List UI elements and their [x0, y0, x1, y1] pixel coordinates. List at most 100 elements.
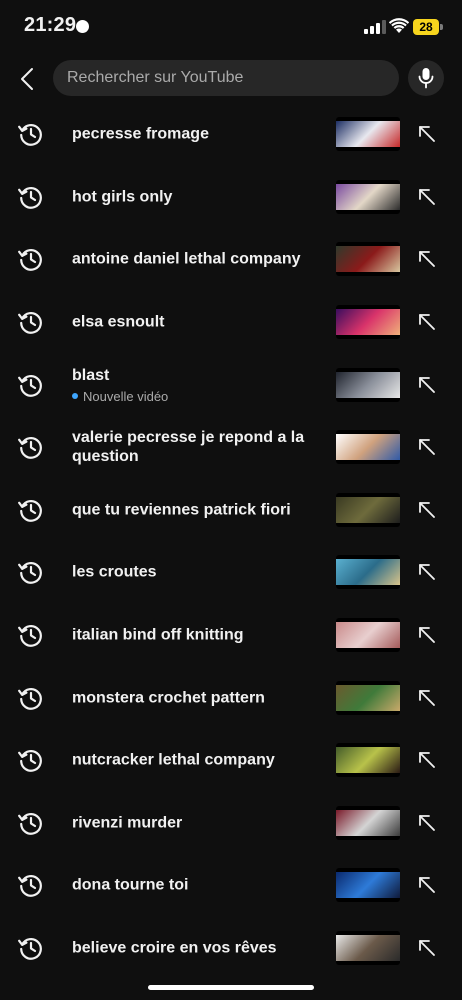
- fill-query-arrow-icon[interactable]: [415, 435, 439, 459]
- history-icon: [18, 559, 44, 585]
- voice-search-button[interactable]: [408, 60, 444, 96]
- suggestion-text: que tu reviennes patrick fiori: [72, 500, 322, 519]
- thumbnail-image: [336, 309, 400, 336]
- search-suggestion-row[interactable]: elsa esnoult: [0, 291, 462, 354]
- video-thumbnail[interactable]: [336, 743, 400, 778]
- thumbnail-image: [336, 809, 400, 836]
- status-time: 21:29: [24, 14, 77, 36]
- history-icon: [18, 935, 44, 961]
- suggestion-query: pecresse fromage: [72, 125, 209, 143]
- search-suggestion-row[interactable]: hot girls only: [0, 166, 462, 229]
- suggestion-query: hot girls only: [72, 188, 173, 206]
- suggestion-query: italian bind off knitting: [72, 626, 244, 644]
- search-suggestion-list: pecresse fromage hot girls only antoine da…: [0, 103, 462, 1000]
- video-thumbnail[interactable]: [336, 242, 400, 277]
- video-thumbnail[interactable]: [336, 618, 400, 653]
- suggestion-query: blast: [72, 366, 110, 384]
- new-video-badge: Nouvelle vidéo: [72, 389, 322, 404]
- video-thumbnail[interactable]: [336, 117, 400, 152]
- status-bar: 21:29 28: [0, 0, 462, 52]
- video-thumbnail[interactable]: [336, 430, 400, 465]
- fill-query-arrow-icon[interactable]: [415, 748, 439, 772]
- suggestion-query: believe croire en vos rêves: [72, 939, 277, 957]
- thumbnail-image: [336, 872, 400, 899]
- video-thumbnail[interactable]: [336, 868, 400, 903]
- history-icon: [18, 184, 44, 210]
- suggestion-text: elsa esnoult: [72, 313, 322, 332]
- fill-query-arrow-icon[interactable]: [415, 873, 439, 897]
- wifi-icon: [389, 18, 409, 33]
- fill-query-arrow-icon[interactable]: [415, 498, 439, 522]
- history-icon: [18, 872, 44, 898]
- search-suggestion-row[interactable]: italian bind off knitting: [0, 604, 462, 667]
- thumbnail-image: [336, 559, 400, 586]
- thumbnail-image: [336, 371, 400, 398]
- new-indicator-dot-icon: [72, 393, 78, 400]
- history-icon: [18, 810, 44, 836]
- search-suggestion-row[interactable]: les croutes: [0, 541, 462, 604]
- thumbnail-image: [336, 622, 400, 649]
- suggestion-text: valerie pecresse je repond a la question: [72, 428, 322, 466]
- history-icon: [18, 434, 44, 460]
- fill-query-arrow-icon[interactable]: [415, 310, 439, 334]
- search-suggestion-row[interactable]: nutcracker lethal company: [0, 729, 462, 792]
- battery-tip: [440, 24, 443, 30]
- history-icon: [18, 121, 44, 147]
- home-indicator: [148, 985, 314, 990]
- cellular-signal-icon: [364, 20, 386, 34]
- video-thumbnail[interactable]: [336, 680, 400, 715]
- suggestion-query: elsa esnoult: [72, 313, 165, 331]
- search-suggestion-row[interactable]: dona tourne toi: [0, 854, 462, 917]
- fill-query-arrow-icon[interactable]: [415, 373, 439, 397]
- video-thumbnail[interactable]: [336, 492, 400, 527]
- fill-query-arrow-icon[interactable]: [415, 686, 439, 710]
- fill-query-arrow-icon[interactable]: [415, 811, 439, 835]
- thumbnail-image: [336, 684, 400, 711]
- thumbnail-image: [336, 246, 400, 273]
- video-thumbnail[interactable]: [336, 805, 400, 840]
- suggestion-query: les croutes: [72, 563, 157, 581]
- video-thumbnail[interactable]: [336, 367, 400, 402]
- suggestion-text: antoine daniel lethal company: [72, 250, 322, 269]
- suggestion-text: les croutes: [72, 563, 322, 582]
- fill-query-arrow-icon[interactable]: [415, 560, 439, 584]
- suggestion-query: dona tourne toi: [72, 876, 189, 894]
- fill-query-arrow-icon[interactable]: [415, 185, 439, 209]
- history-icon: [18, 685, 44, 711]
- video-thumbnail[interactable]: [336, 305, 400, 340]
- search-suggestion-row[interactable]: que tu reviennes patrick fiori: [0, 479, 462, 542]
- fill-query-arrow-icon[interactable]: [415, 122, 439, 146]
- suggestion-text: hot girls only: [72, 187, 322, 206]
- history-icon: [18, 747, 44, 773]
- suggestion-text: monstera crochet pattern: [72, 688, 322, 707]
- thumbnail-image: [336, 434, 400, 461]
- thumbnail-image: [336, 496, 400, 523]
- search-input[interactable]: [53, 60, 399, 96]
- search-header: [0, 58, 462, 100]
- video-thumbnail[interactable]: [336, 555, 400, 590]
- thumbnail-image: [336, 183, 400, 210]
- history-icon: [18, 372, 44, 398]
- fill-query-arrow-icon[interactable]: [415, 623, 439, 647]
- video-thumbnail[interactable]: [336, 179, 400, 214]
- recording-dot-icon: [76, 20, 89, 33]
- search-suggestion-row[interactable]: pecresse fromage: [0, 103, 462, 166]
- search-suggestion-row[interactable]: monstera crochet pattern: [0, 666, 462, 729]
- search-suggestion-row[interactable]: valerie pecresse je repond a la question: [0, 416, 462, 479]
- search-suggestion-row[interactable]: blast Nouvelle vidéo: [0, 353, 462, 416]
- suggestion-text: blast Nouvelle vidéo: [72, 366, 322, 404]
- suggestion-text: believe croire en vos rêves: [72, 939, 322, 958]
- search-suggestion-row[interactable]: rivenzi murder: [0, 792, 462, 855]
- back-button[interactable]: [10, 60, 44, 98]
- thumbnail-image: [336, 747, 400, 774]
- suggestion-query: rivenzi murder: [72, 814, 183, 832]
- thumbnail-image: [336, 935, 400, 962]
- video-thumbnail[interactable]: [336, 931, 400, 966]
- search-suggestion-row[interactable]: antoine daniel lethal company: [0, 228, 462, 291]
- suggestion-text: dona tourne toi: [72, 876, 322, 895]
- thumbnail-image: [336, 121, 400, 148]
- fill-query-arrow-icon[interactable]: [415, 936, 439, 960]
- suggestion-query: nutcracker lethal company: [72, 751, 275, 769]
- search-suggestion-row[interactable]: believe croire en vos rêves: [0, 917, 462, 980]
- fill-query-arrow-icon[interactable]: [415, 247, 439, 271]
